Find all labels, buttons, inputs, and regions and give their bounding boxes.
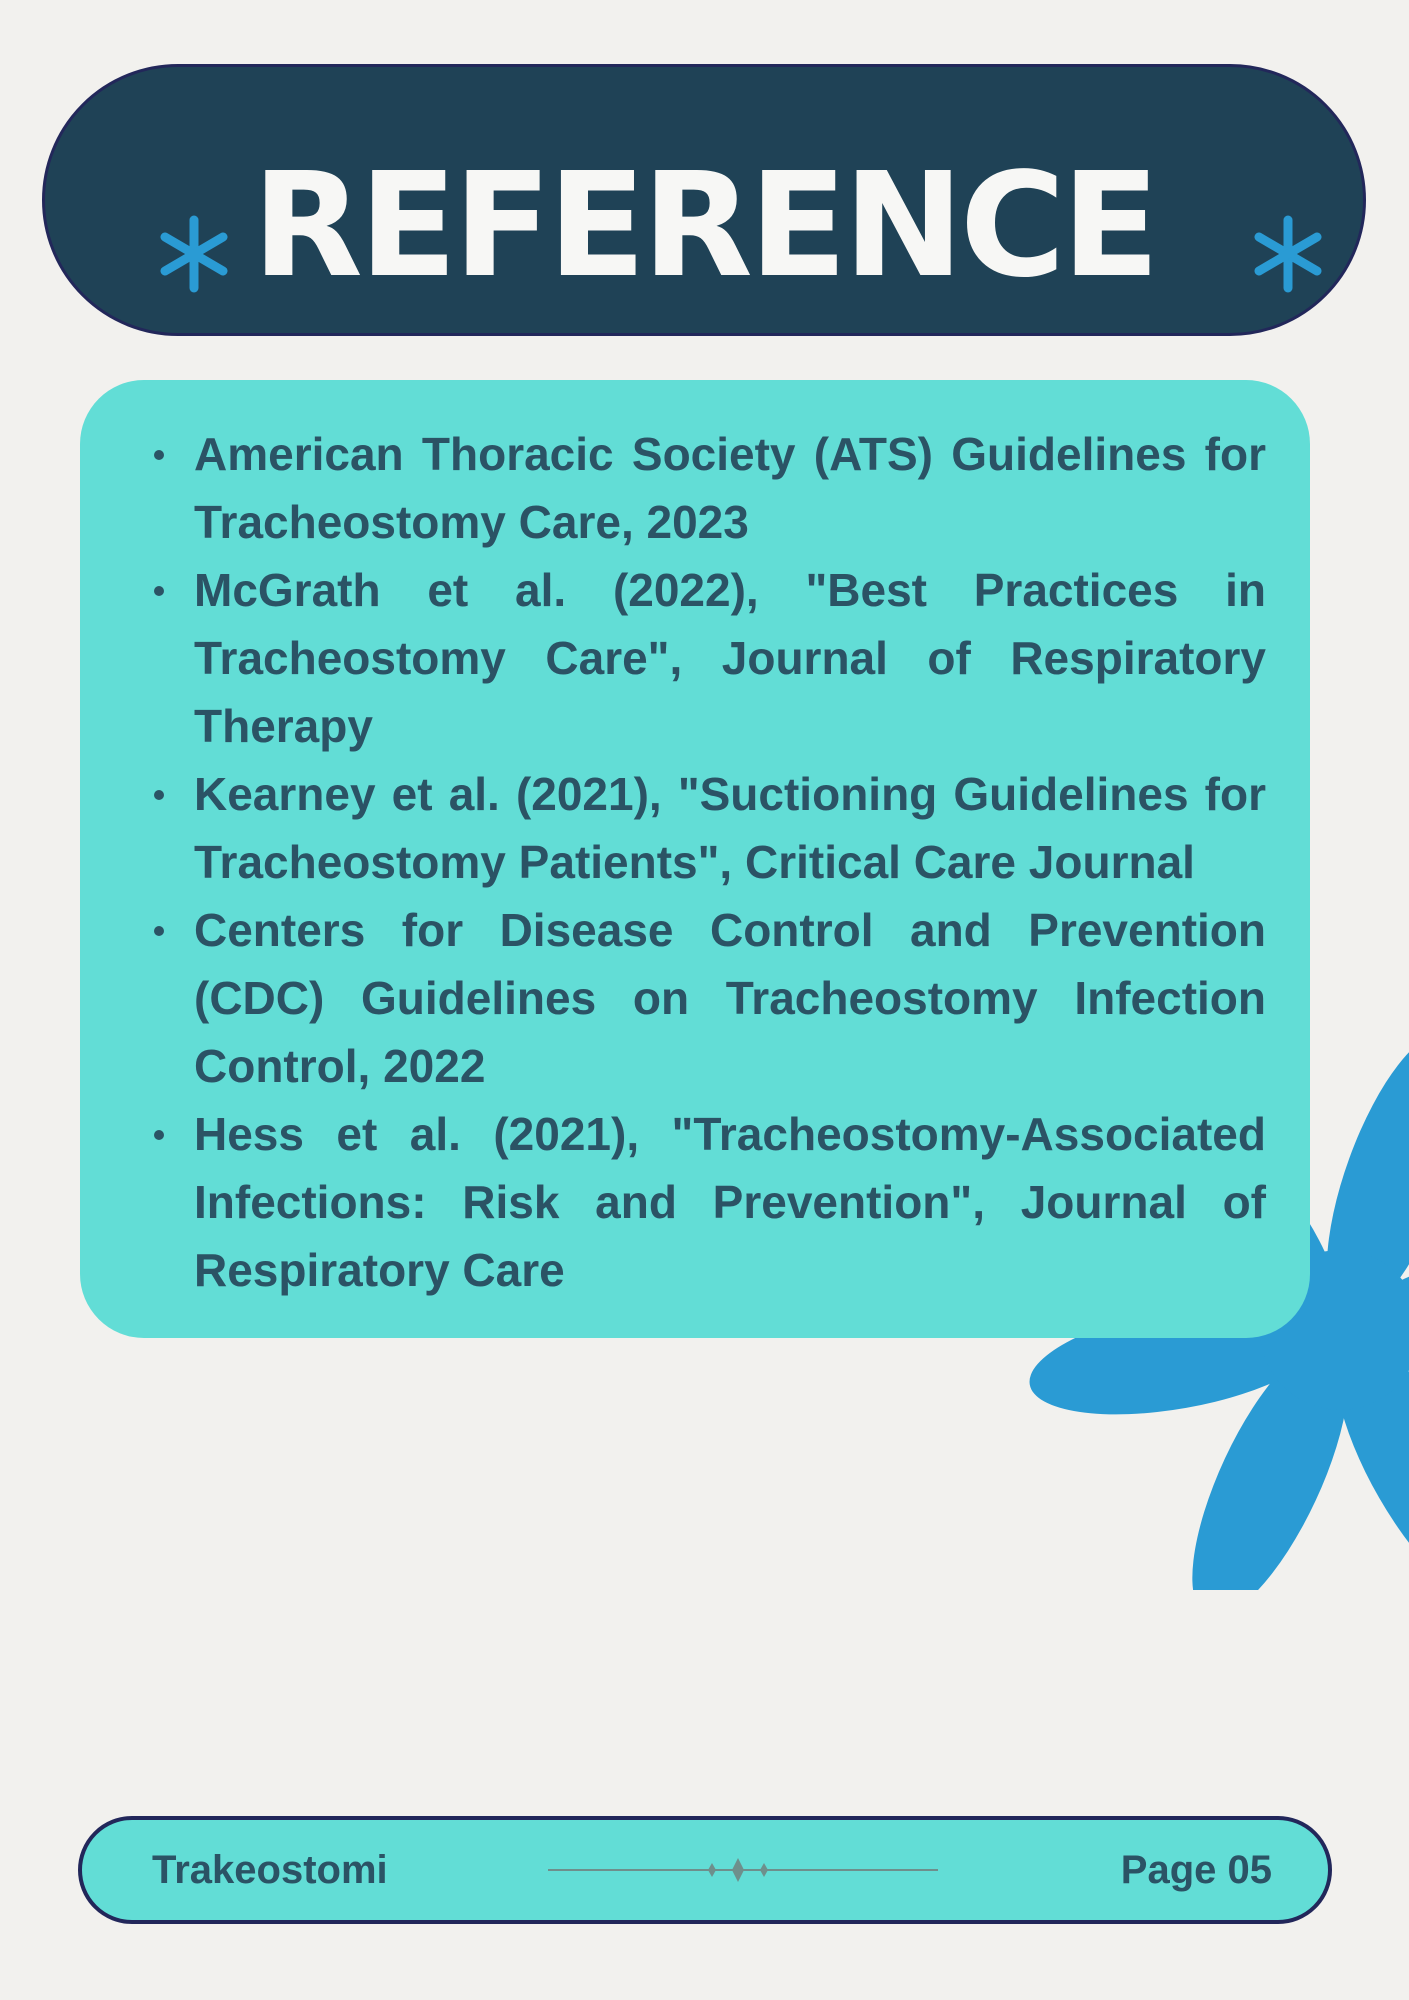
list-item: McGrath et al. (2022), "Best Practices i… (154, 556, 1266, 760)
list-item: Kearney et al. (2021), "Suctioning Guide… (154, 760, 1266, 896)
page-header: REFERENCE (42, 64, 1366, 336)
list-item: Centers for Disease Control and Preventi… (154, 896, 1266, 1100)
sparkle-divider-icon (548, 1858, 938, 1882)
reference-list: American Thoracic Society (ATS) Guidelin… (154, 420, 1266, 1304)
list-item: American Thoracic Society (ATS) Guidelin… (154, 420, 1266, 556)
page-number: Page 05 (1120, 1848, 1272, 1892)
asterisk-icon (1254, 215, 1322, 293)
list-item: Hess et al. (2021), "Tracheostomy-Associ… (154, 1100, 1266, 1304)
page-title: REFERENCE (252, 141, 1160, 309)
footer-title: Trakeostomi (152, 1848, 388, 1892)
reference-card: American Thoracic Society (ATS) Guidelin… (80, 380, 1310, 1338)
page-footer: Trakeostomi Page 05 (78, 1816, 1332, 1924)
